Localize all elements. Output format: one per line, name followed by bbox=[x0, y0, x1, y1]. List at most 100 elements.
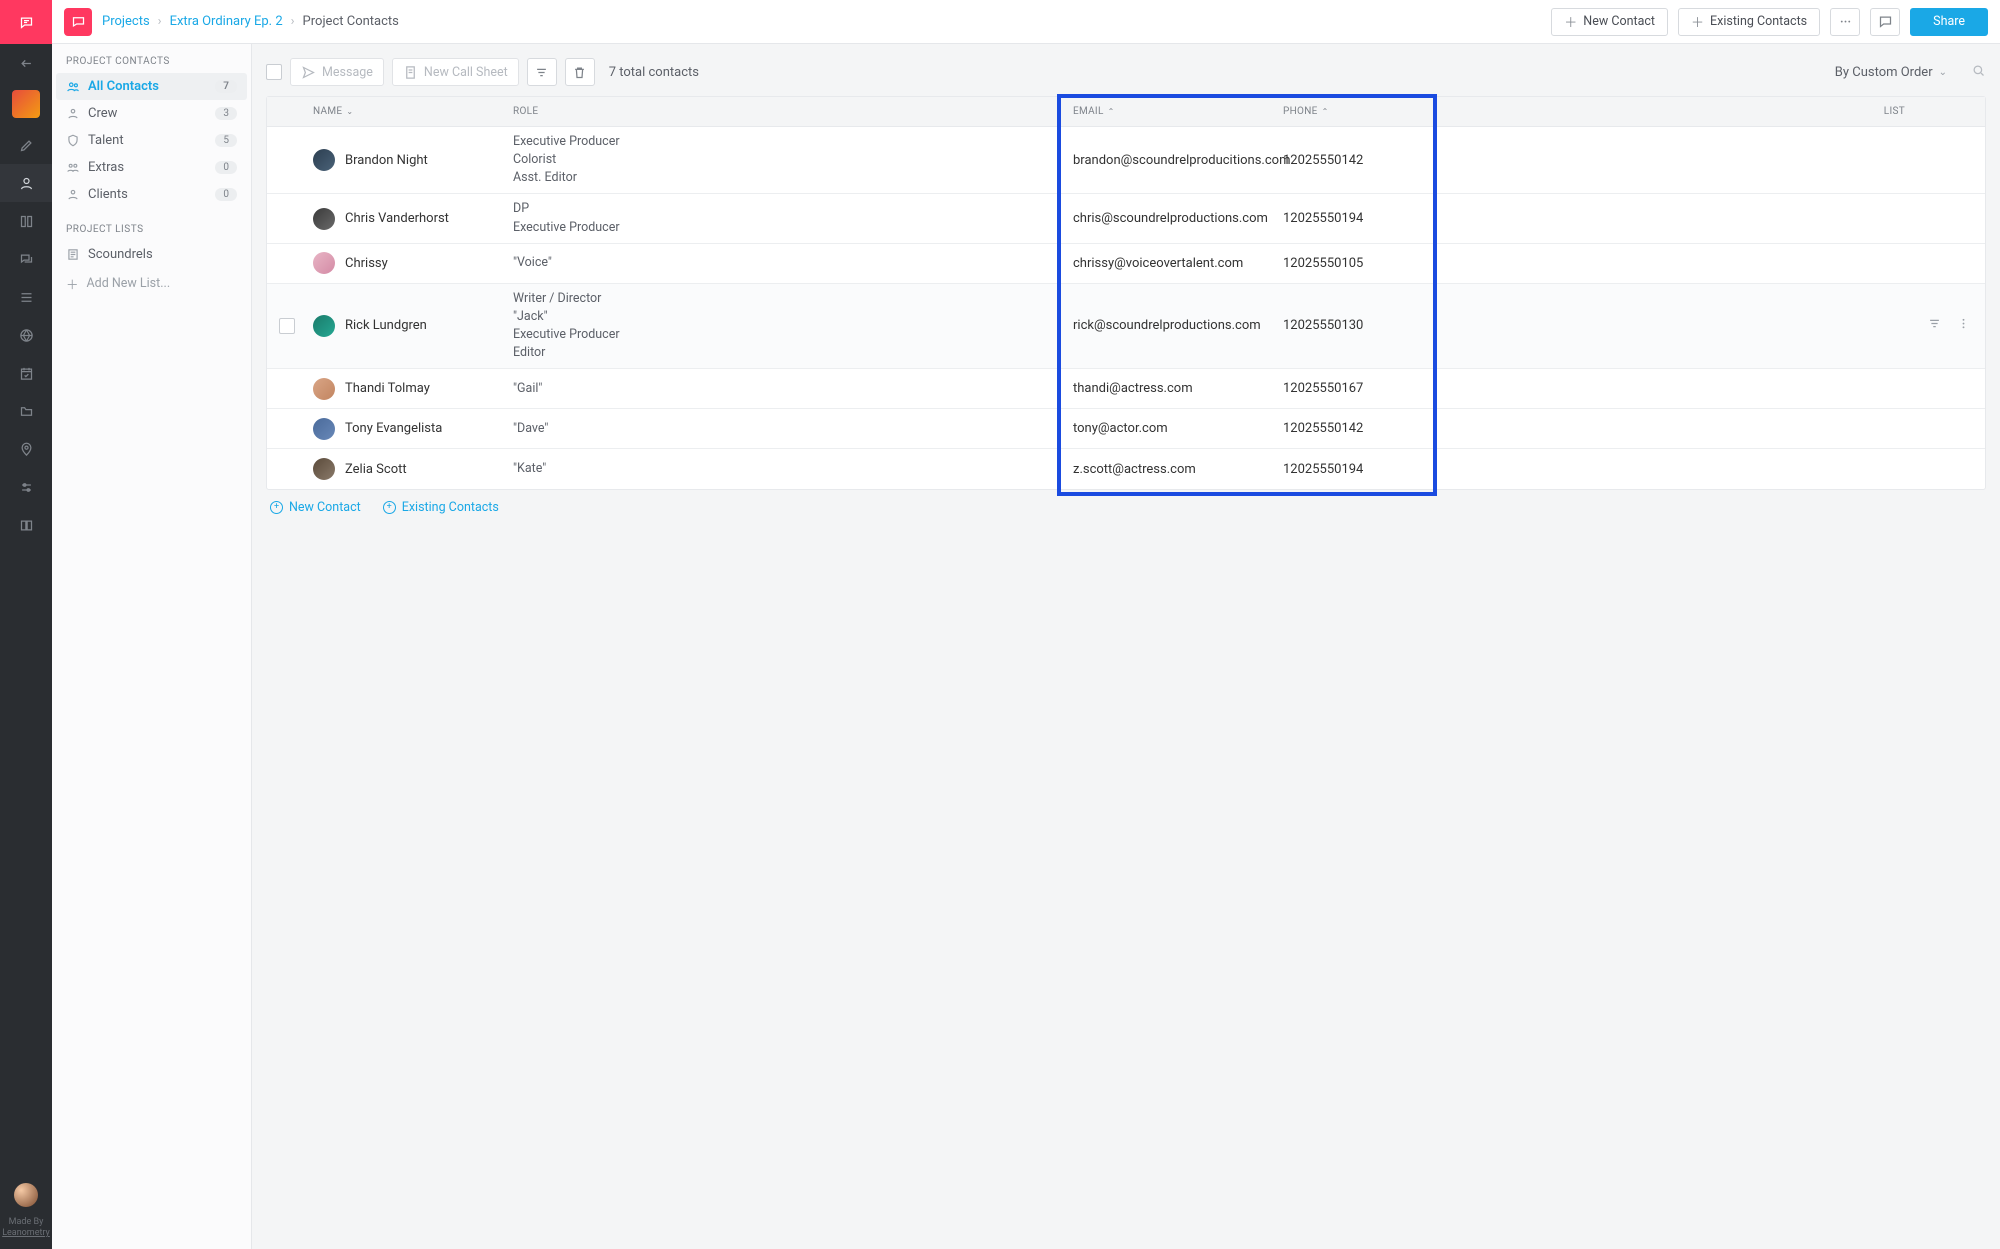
rail-lists[interactable] bbox=[0, 278, 52, 316]
contact-roles: "Gail" bbox=[507, 380, 1067, 398]
speech-icon bbox=[1878, 14, 1893, 29]
table-row[interactable]: Brandon NightExecutive ProducerColoristA… bbox=[267, 127, 1985, 194]
list-icon bbox=[66, 247, 80, 262]
search-button[interactable] bbox=[1971, 63, 1986, 82]
avatar bbox=[313, 418, 335, 440]
plus-icon: ＋ bbox=[1564, 12, 1577, 31]
table-row[interactable]: Rick LundgrenWriter / Director"Jack"Exec… bbox=[267, 284, 1985, 370]
nav-label: Crew bbox=[88, 106, 117, 121]
sort-arrow-icon: ⌃ bbox=[1322, 107, 1329, 116]
main-column: Projects › Extra Ordinary Ep. 2 › Projec… bbox=[52, 0, 2000, 1249]
brand-logo[interactable] bbox=[0, 0, 52, 44]
list-icon bbox=[19, 290, 34, 305]
existing-contacts-button[interactable]: ＋ Existing Contacts bbox=[1678, 8, 1820, 36]
contact-phone: 12025550105 bbox=[1277, 256, 1427, 271]
nav-count: 3 bbox=[215, 107, 237, 120]
rail-shots[interactable] bbox=[0, 316, 52, 354]
contact-email: chris@scoundrelproductions.com bbox=[1067, 211, 1277, 226]
sidebar: PROJECT CONTACTS All Contacts 7 Crew 3 T… bbox=[52, 44, 252, 1249]
avatar bbox=[313, 149, 335, 171]
sidebar-item-clients[interactable]: Clients 0 bbox=[56, 181, 247, 208]
topbar: Projects › Extra Ordinary Ep. 2 › Projec… bbox=[52, 0, 2000, 44]
add-new-list[interactable]: ＋ Add New List... bbox=[52, 268, 251, 299]
col-role[interactable]: ROLE bbox=[507, 106, 1067, 117]
rail-reports[interactable] bbox=[0, 506, 52, 544]
col-name[interactable]: NAME ⌄ bbox=[307, 106, 507, 117]
message-button[interactable]: Message bbox=[290, 58, 384, 86]
person-icon bbox=[19, 176, 34, 191]
project-thumbnail[interactable] bbox=[12, 90, 40, 118]
chat-icon bbox=[19, 15, 34, 30]
rail-files[interactable] bbox=[0, 392, 52, 430]
made-by-link[interactable]: Leanometry bbox=[2, 1228, 50, 1239]
table-row[interactable]: Thandi Tolmay"Gail"thandi@actress.com120… bbox=[267, 369, 1985, 409]
table-row[interactable]: Zelia Scott"Kate"z.scott@actress.com1202… bbox=[267, 449, 1985, 489]
delete-button[interactable] bbox=[565, 58, 595, 86]
select-all-checkbox[interactable] bbox=[266, 64, 282, 80]
table-row[interactable]: Tony Evangelista"Dave"tony@actor.com1202… bbox=[267, 409, 1985, 449]
share-button[interactable]: Share bbox=[1910, 8, 1988, 36]
breadcrumb: Projects › Extra Ordinary Ep. 2 › Projec… bbox=[102, 14, 399, 29]
footer-existing-contacts[interactable]: + Existing Contacts bbox=[383, 500, 499, 515]
people-icon bbox=[66, 106, 80, 121]
contact-phone: 12025550167 bbox=[1277, 381, 1427, 396]
table-row[interactable]: Chris VanderhorstDPExecutive Producerchr… bbox=[267, 194, 1985, 243]
rail-messages[interactable] bbox=[0, 240, 52, 278]
contact-phone: 12025550142 bbox=[1277, 421, 1427, 436]
user-avatar[interactable] bbox=[14, 1183, 38, 1207]
sort-dropdown[interactable]: By Custom Order ⌄ bbox=[1835, 65, 1947, 80]
sidebar-item-extras[interactable]: Extras 0 bbox=[56, 154, 247, 181]
nav-count: 0 bbox=[215, 161, 237, 174]
rail-boards[interactable] bbox=[0, 202, 52, 240]
folder-icon bbox=[19, 404, 34, 419]
col-email[interactable]: EMAIL ⌃ bbox=[1067, 106, 1277, 117]
breadcrumb-projects[interactable]: Projects bbox=[102, 14, 150, 29]
sliders-icon bbox=[19, 480, 34, 495]
content: Message New Call Sheet 7 total contacts … bbox=[252, 44, 2000, 1249]
sidebar-item-all-contacts[interactable]: All Contacts 7 bbox=[56, 73, 247, 100]
sidebar-item-talent[interactable]: Talent 5 bbox=[56, 127, 247, 154]
breadcrumb-project-name[interactable]: Extra Ordinary Ep. 2 bbox=[170, 14, 283, 29]
table-row[interactable]: Chrissy"Voice"chrissy@voiceovertalent.co… bbox=[267, 244, 1985, 284]
avatar bbox=[313, 378, 335, 400]
sidebar-item-crew[interactable]: Crew 3 bbox=[56, 100, 247, 127]
project-icon[interactable] bbox=[64, 8, 92, 36]
sidebar-list-scoundrels[interactable]: Scoundrels bbox=[56, 241, 247, 268]
avatar bbox=[313, 208, 335, 230]
row-more-icon[interactable] bbox=[1956, 316, 1971, 335]
pencil-icon bbox=[19, 138, 34, 153]
rail-collapse[interactable] bbox=[0, 44, 52, 82]
column-label: NAME bbox=[313, 106, 342, 117]
breadcrumb-sep: › bbox=[158, 14, 162, 29]
more-button[interactable] bbox=[1830, 8, 1860, 36]
contacts-table: NAME ⌄ ROLE EMAIL ⌃ PHONE ⌃ bbox=[266, 96, 1986, 490]
rail-contacts[interactable] bbox=[0, 164, 52, 202]
row-filter-icon[interactable] bbox=[1927, 316, 1942, 335]
icon-rail: Made By Leanometry bbox=[0, 0, 52, 1249]
rail-settings[interactable] bbox=[0, 468, 52, 506]
new-contact-button[interactable]: ＋ New Contact bbox=[1551, 8, 1668, 36]
nav-count: 5 bbox=[215, 134, 237, 147]
button-label: Share bbox=[1933, 14, 1965, 29]
row-actions bbox=[1925, 316, 1985, 335]
comment-button[interactable] bbox=[1870, 8, 1900, 36]
row-checkbox[interactable] bbox=[279, 318, 295, 334]
rail-locations[interactable] bbox=[0, 430, 52, 468]
contact-name: Thandi Tolmay bbox=[345, 381, 430, 396]
plus-icon: ＋ bbox=[1691, 12, 1704, 31]
column-label: LIST bbox=[1884, 106, 1905, 117]
contact-email: tony@actor.com bbox=[1067, 421, 1277, 436]
avatar bbox=[313, 315, 335, 337]
rail-edit[interactable] bbox=[0, 126, 52, 164]
column-label: PHONE bbox=[1283, 106, 1318, 117]
filter-button[interactable] bbox=[527, 58, 557, 86]
chevron-down-icon: ⌄ bbox=[1939, 67, 1947, 78]
contact-roles: "Voice" bbox=[507, 254, 1067, 272]
contact-email: brandon@scoundrelproducitions.com bbox=[1067, 153, 1277, 168]
new-call-sheet-button[interactable]: New Call Sheet bbox=[392, 58, 519, 86]
col-phone[interactable]: PHONE ⌃ bbox=[1277, 106, 1427, 117]
col-list[interactable]: LIST bbox=[1427, 106, 1925, 117]
rail-calendar[interactable] bbox=[0, 354, 52, 392]
footer-new-contact[interactable]: + New Contact bbox=[270, 500, 361, 515]
plus-circle-icon: + bbox=[383, 501, 396, 514]
